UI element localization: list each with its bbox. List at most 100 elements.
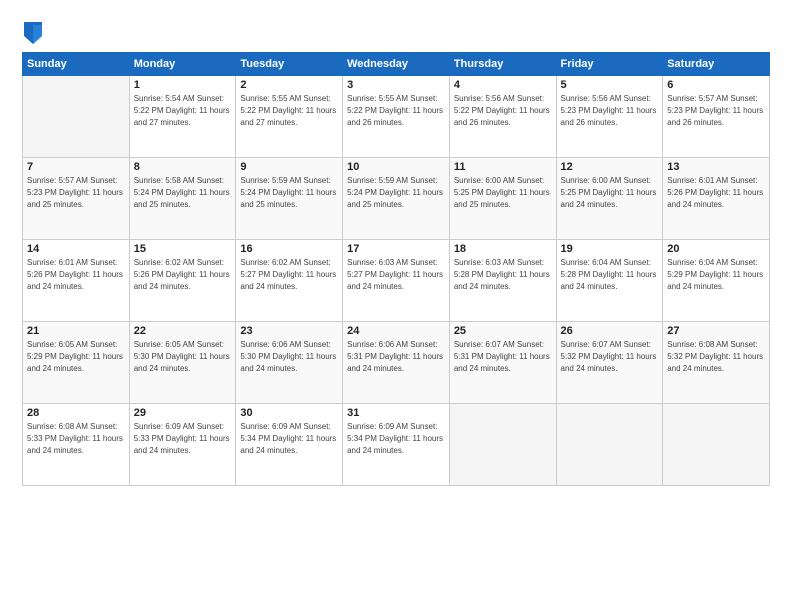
day-info: Sunrise: 6:03 AM Sunset: 5:27 PM Dayligh… (347, 257, 445, 293)
day-info: Sunrise: 6:00 AM Sunset: 5:25 PM Dayligh… (561, 175, 659, 211)
day-number: 31 (347, 407, 445, 419)
day-info: Sunrise: 5:59 AM Sunset: 5:24 PM Dayligh… (347, 175, 445, 211)
day-info: Sunrise: 6:08 AM Sunset: 5:33 PM Dayligh… (27, 421, 125, 457)
day-number: 19 (561, 243, 659, 255)
day-info: Sunrise: 6:04 AM Sunset: 5:28 PM Dayligh… (561, 257, 659, 293)
header-sunday: Sunday (23, 53, 130, 76)
calendar-cell: 11 Sunrise: 6:00 AM Sunset: 5:25 PM Dayli… (449, 158, 556, 240)
day-number: 6 (667, 79, 765, 91)
day-number: 28 (27, 407, 125, 419)
day-info: Sunrise: 5:57 AM Sunset: 5:23 PM Dayligh… (667, 93, 765, 129)
day-number: 15 (134, 243, 232, 255)
calendar-cell: 25 Sunrise: 6:07 AM Sunset: 5:31 PM Dayli… (449, 322, 556, 404)
calendar-cell: 30 Sunrise: 6:09 AM Sunset: 5:34 PM Dayli… (236, 404, 343, 486)
day-number: 3 (347, 79, 445, 91)
header-saturday: Saturday (663, 53, 770, 76)
day-number: 13 (667, 161, 765, 173)
calendar-cell: 13 Sunrise: 6:01 AM Sunset: 5:26 PM Dayli… (663, 158, 770, 240)
day-number: 24 (347, 325, 445, 337)
week-row-1: 1Sunrise: 5:54 AM Sunset: 5:22 PM Daylig… (23, 76, 770, 158)
day-info: Sunrise: 6:09 AM Sunset: 5:34 PM Dayligh… (240, 421, 338, 457)
calendar-cell: 27 Sunrise: 6:08 AM Sunset: 5:32 PM Dayli… (663, 322, 770, 404)
calendar-cell: 5 Sunrise: 5:56 AM Sunset: 5:23 PM Daylig… (556, 76, 663, 158)
logo-icon (24, 22, 42, 44)
logo (22, 22, 48, 44)
calendar-cell: 19 Sunrise: 6:04 AM Sunset: 5:28 PM Dayli… (556, 240, 663, 322)
week-row-3: 14 Sunrise: 6:01 AM Sunset: 5:26 PM Dayli… (23, 240, 770, 322)
day-info: Sunrise: 6:08 AM Sunset: 5:32 PM Dayligh… (667, 339, 765, 375)
day-number: 30 (240, 407, 338, 419)
header-friday: Friday (556, 53, 663, 76)
day-info: Sunrise: 6:02 AM Sunset: 5:26 PM Dayligh… (134, 257, 232, 293)
day-number: 22 (134, 325, 232, 337)
header-thursday: Thursday (449, 53, 556, 76)
calendar-cell: 10 Sunrise: 5:59 AM Sunset: 5:24 PM Dayli… (343, 158, 450, 240)
day-info: Sunrise: 6:09 AM Sunset: 5:33 PM Dayligh… (134, 421, 232, 457)
calendar-cell: 18 Sunrise: 6:03 AM Sunset: 5:28 PM Dayli… (449, 240, 556, 322)
day-info: Sunrise: 6:03 AM Sunset: 5:28 PM Dayligh… (454, 257, 552, 293)
day-number: 25 (454, 325, 552, 337)
day-number: 18 (454, 243, 552, 255)
day-info: Sunrise: 6:01 AM Sunset: 5:26 PM Dayligh… (27, 257, 125, 293)
header-tuesday: Tuesday (236, 53, 343, 76)
day-number: 17 (347, 243, 445, 255)
calendar-cell (556, 404, 663, 486)
day-info: Sunrise: 5:57 AM Sunset: 5:23 PM Dayligh… (27, 175, 125, 211)
day-info: Sunrise: 6:01 AM Sunset: 5:26 PM Dayligh… (667, 175, 765, 211)
day-number: 11 (454, 161, 552, 173)
calendar-cell: 6 Sunrise: 5:57 AM Sunset: 5:23 PM Daylig… (663, 76, 770, 158)
day-info: Sunrise: 5:56 AM Sunset: 5:23 PM Dayligh… (561, 93, 659, 129)
day-info: Sunrise: 6:09 AM Sunset: 5:34 PM Dayligh… (347, 421, 445, 457)
day-info: Sunrise: 5:56 AM Sunset: 5:22 PM Dayligh… (454, 93, 552, 129)
calendar-cell: 2 Sunrise: 5:55 AM Sunset: 5:22 PM Daylig… (236, 76, 343, 158)
calendar-cell (663, 404, 770, 486)
day-info: Sunrise: 6:00 AM Sunset: 5:25 PM Dayligh… (454, 175, 552, 211)
day-number: 21 (27, 325, 125, 337)
day-info: Sunrise: 6:05 AM Sunset: 5:30 PM Dayligh… (134, 339, 232, 375)
calendar-cell: 17 Sunrise: 6:03 AM Sunset: 5:27 PM Dayli… (343, 240, 450, 322)
day-number: 2 (240, 79, 338, 91)
day-number: 29 (134, 407, 232, 419)
week-row-4: 21 Sunrise: 6:05 AM Sunset: 5:29 PM Dayli… (23, 322, 770, 404)
day-info: Sunrise: 6:06 AM Sunset: 5:31 PM Dayligh… (347, 339, 445, 375)
day-info: Sunrise: 6:05 AM Sunset: 5:29 PM Dayligh… (27, 339, 125, 375)
day-number: 7 (27, 161, 125, 173)
day-number: 14 (27, 243, 125, 255)
calendar-table: SundayMondayTuesdayWednesdayThursdayFrid… (22, 52, 770, 486)
calendar-cell: 23 Sunrise: 6:06 AM Sunset: 5:30 PM Dayli… (236, 322, 343, 404)
calendar-cell: 4 Sunrise: 5:56 AM Sunset: 5:22 PM Daylig… (449, 76, 556, 158)
header-wednesday: Wednesday (343, 53, 450, 76)
calendar-cell: 28 Sunrise: 6:08 AM Sunset: 5:33 PM Dayli… (23, 404, 130, 486)
day-number: 9 (240, 161, 338, 173)
calendar-cell: 31 Sunrise: 6:09 AM Sunset: 5:34 PM Dayli… (343, 404, 450, 486)
calendar-cell: 29 Sunrise: 6:09 AM Sunset: 5:33 PM Dayli… (129, 404, 236, 486)
calendar-cell (23, 76, 130, 158)
calendar-cell: 22 Sunrise: 6:05 AM Sunset: 5:30 PM Dayli… (129, 322, 236, 404)
day-info: Sunrise: 5:58 AM Sunset: 5:24 PM Dayligh… (134, 175, 232, 211)
day-number: 12 (561, 161, 659, 173)
day-number: 4 (454, 79, 552, 91)
day-number: 10 (347, 161, 445, 173)
calendar-cell: 8Sunrise: 5:58 AM Sunset: 5:24 PM Daylig… (129, 158, 236, 240)
day-info: Sunrise: 6:06 AM Sunset: 5:30 PM Dayligh… (240, 339, 338, 375)
calendar-cell: 3 Sunrise: 5:55 AM Sunset: 5:22 PM Daylig… (343, 76, 450, 158)
day-number: 5 (561, 79, 659, 91)
day-number: 27 (667, 325, 765, 337)
day-info: Sunrise: 6:07 AM Sunset: 5:32 PM Dayligh… (561, 339, 659, 375)
day-number: 23 (240, 325, 338, 337)
calendar-cell: 26Sunrise: 6:07 AM Sunset: 5:32 PM Dayli… (556, 322, 663, 404)
calendar-cell: 16Sunrise: 6:02 AM Sunset: 5:27 PM Dayli… (236, 240, 343, 322)
day-info: Sunrise: 5:55 AM Sunset: 5:22 PM Dayligh… (347, 93, 445, 129)
calendar-cell: 24 Sunrise: 6:06 AM Sunset: 5:31 PM Dayli… (343, 322, 450, 404)
calendar-cell: 9Sunrise: 5:59 AM Sunset: 5:24 PM Daylig… (236, 158, 343, 240)
day-info: Sunrise: 6:04 AM Sunset: 5:29 PM Dayligh… (667, 257, 765, 293)
calendar-cell (449, 404, 556, 486)
calendar-cell: 15 Sunrise: 6:02 AM Sunset: 5:26 PM Dayli… (129, 240, 236, 322)
header-row: SundayMondayTuesdayWednesdayThursdayFrid… (23, 53, 770, 76)
day-info: Sunrise: 5:54 AM Sunset: 5:22 PM Dayligh… (134, 93, 232, 129)
calendar-cell: 12 Sunrise: 6:00 AM Sunset: 5:25 PM Dayli… (556, 158, 663, 240)
day-info: Sunrise: 5:55 AM Sunset: 5:22 PM Dayligh… (240, 93, 338, 129)
day-info: Sunrise: 6:07 AM Sunset: 5:31 PM Dayligh… (454, 339, 552, 375)
calendar-page: SundayMondayTuesdayWednesdayThursdayFrid… (0, 0, 792, 612)
day-number: 16 (240, 243, 338, 255)
